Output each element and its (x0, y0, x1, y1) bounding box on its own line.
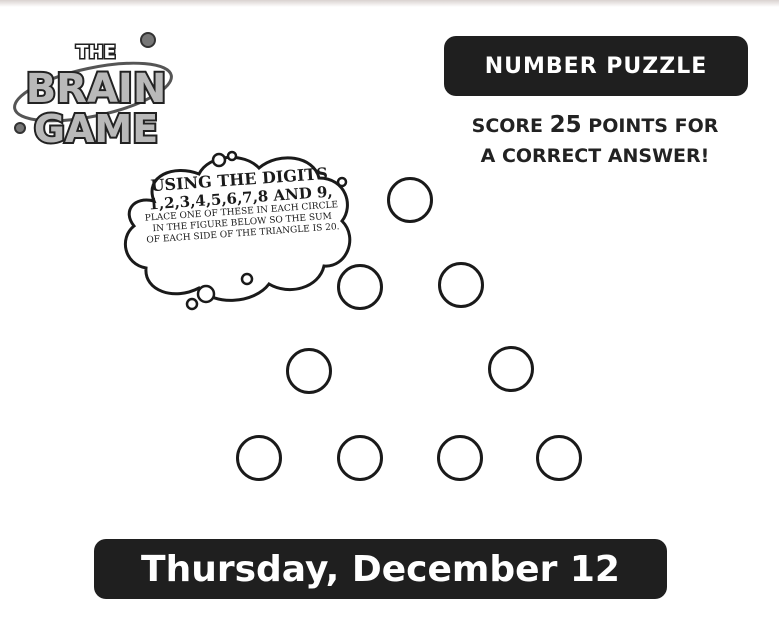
score-suffix: POINTS FOR (581, 115, 719, 137)
puzzle-circle-bottom-2[interactable] (337, 435, 383, 481)
brain-game-logo: THE BRAIN GAME (8, 30, 178, 155)
date-banner: Thursday, December 12 (94, 539, 667, 599)
puzzle-circle-right-lower[interactable] (488, 346, 534, 392)
page-top-edge (0, 0, 779, 7)
date-text: Thursday, December 12 (141, 548, 620, 590)
puzzle-title: NUMBER PUZZLE (484, 53, 708, 79)
logo-word-game: GAME (34, 107, 158, 151)
score-line-1: SCORE 25 POINTS FOR (440, 110, 750, 141)
score-text: SCORE 25 POINTS FOR A CORRECT ANSWER! (440, 110, 750, 171)
instruction-cloud: USING THE DIGITS 1,2,3,4,5,6,7,8 AND 9, … (114, 146, 359, 316)
score-line-2: A CORRECT ANSWER! (480, 145, 710, 167)
puzzle-circle-bottom-1[interactable] (236, 435, 282, 481)
score-prefix: SCORE (471, 115, 550, 137)
logo-word-the: THE (76, 42, 116, 63)
puzzle-circle-left-upper[interactable] (337, 264, 383, 310)
score-points: 25 (549, 112, 582, 138)
puzzle-circle-top[interactable] (387, 177, 433, 223)
puzzle-circle-left-lower[interactable] (286, 348, 332, 394)
title-banner: NUMBER PUZZLE (444, 36, 748, 96)
puzzle-circle-right-upper[interactable] (438, 262, 484, 308)
instruction-text: USING THE DIGITS 1,2,3,4,5,6,7,8 AND 9, … (134, 163, 348, 247)
puzzle-circle-bottom-3[interactable] (437, 435, 483, 481)
brain-game-logo-graphic: THE BRAIN GAME (13, 32, 173, 153)
puzzle-circle-bottom-4[interactable] (536, 435, 582, 481)
logo-word-brain: BRAIN (26, 66, 167, 112)
